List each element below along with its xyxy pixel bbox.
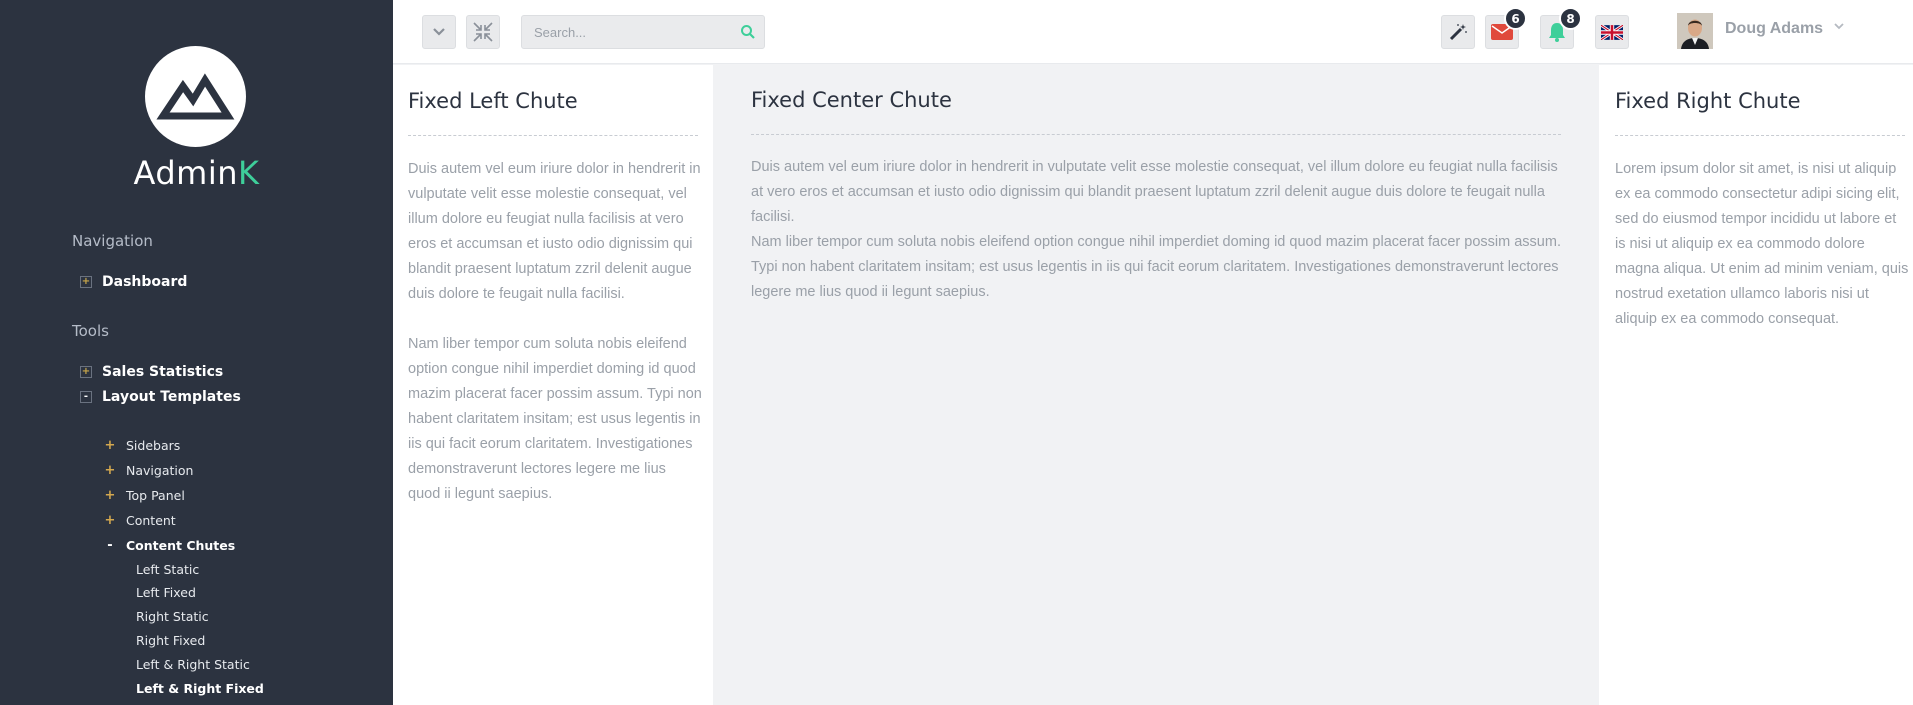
left-chute-title: Fixed Left Chute	[408, 89, 578, 113]
sidebar-subitem-label: Top Panel	[126, 487, 185, 503]
sidebar-item-layout-templates[interactable]: - Layout Templates	[80, 387, 241, 407]
uk-flag-icon	[1601, 24, 1623, 40]
sidebar: AdminK Navigation + Dashboard Tools + Sa…	[0, 0, 393, 705]
brand-main: Admin	[133, 154, 238, 192]
right-chute-title: Fixed Right Chute	[1615, 89, 1801, 113]
chute-link-left-right-static[interactable]: Left & Right Static	[136, 656, 250, 674]
sidebar-item-sales-statistics[interactable]: + Sales Statistics	[80, 362, 223, 382]
messages-count-badge: 6	[1504, 7, 1527, 30]
chute-link-left-right-fixed[interactable]: Left & Right Fixed	[136, 680, 264, 698]
sidebar-subitem-top-panel[interactable]: + Top Panel	[104, 486, 185, 504]
sidebar-item-label: Dashboard	[102, 274, 188, 290]
sidebar-item-label: Layout Templates	[102, 389, 241, 405]
chute-link-left-fixed[interactable]: Left Fixed	[136, 584, 196, 602]
collapse-icon: -	[80, 391, 92, 403]
expand-icon: +	[104, 437, 116, 453]
sidebar-subitem-label: Content	[126, 512, 176, 528]
divider	[751, 134, 1561, 135]
sidebar-subitem-navigation[interactable]: + Navigation	[104, 461, 194, 479]
expand-icon: +	[104, 512, 116, 528]
chute-link-right-fixed[interactable]: Right Fixed	[136, 632, 205, 650]
toggle-sidebar-button[interactable]	[422, 15, 456, 49]
left-chute-paragraph: Duis autem vel eum iriure dolor in hendr…	[408, 161, 701, 302]
fullscreen-button[interactable]	[466, 15, 500, 49]
messages-button[interactable]: 6	[1485, 7, 1527, 49]
expand-icon: +	[80, 276, 92, 288]
expand-icon: +	[104, 487, 116, 503]
sidebar-item-label: Sales Statistics	[102, 364, 224, 380]
brand-accent: K	[238, 154, 260, 192]
magic-wand-button[interactable]	[1441, 15, 1475, 49]
sidebar-subitem-label: Content Chutes	[126, 537, 236, 553]
center-chute-paragraph: Nam liber tempor cum soluta nobis eleife…	[751, 234, 1561, 300]
avatar[interactable]	[1677, 13, 1713, 49]
sidebar-subitem-label: Navigation	[126, 462, 194, 478]
sidebar-subitem-content[interactable]: + Content	[104, 511, 176, 529]
sidebar-item-dashboard[interactable]: + Dashboard	[80, 272, 187, 292]
chute-link-left-static[interactable]: Left Static	[136, 561, 199, 579]
brand-name[interactable]: AdminK	[0, 154, 393, 192]
center-chute: Fixed Center Chute Duis autem vel eum ir…	[713, 65, 1599, 705]
right-chute-paragraph: Lorem ipsum dolor sit amet, is nisi ut a…	[1615, 161, 1909, 327]
center-chute-paragraph: Duis autem vel eum iriure dolor in hendr…	[751, 159, 1558, 225]
divider	[408, 135, 698, 136]
logo-mountains-icon[interactable]	[145, 46, 246, 147]
notifications-count-badge: 8	[1559, 7, 1582, 30]
sidebar-subitem-label: Sidebars	[126, 437, 181, 453]
chute-link-right-static[interactable]: Right Static	[136, 608, 209, 626]
magic-wand-icon	[1449, 24, 1467, 41]
right-chute: Fixed Right Chute Lorem ipsum dolor sit …	[1599, 65, 1913, 705]
expand-icon: +	[104, 462, 116, 478]
section-title-navigation: Navigation	[72, 232, 153, 250]
language-button[interactable]	[1595, 15, 1629, 49]
search-box	[521, 15, 765, 49]
chevron-down-icon[interactable]	[1833, 21, 1845, 31]
notifications-button[interactable]: 8	[1540, 7, 1582, 49]
chevron-down-icon	[433, 28, 445, 36]
sidebar-subitem-sidebars[interactable]: + Sidebars	[104, 436, 181, 454]
section-title-tools: Tools	[72, 322, 109, 340]
search-icon[interactable]	[740, 24, 756, 40]
collapse-arrows-icon	[473, 22, 493, 42]
divider	[1615, 135, 1905, 136]
expand-icon: +	[80, 366, 92, 378]
center-chute-title: Fixed Center Chute	[751, 88, 952, 112]
collapse-icon: -	[107, 537, 113, 553]
search-input[interactable]	[522, 16, 722, 48]
sidebar-subitem-content-chutes[interactable]: - Content Chutes	[104, 536, 235, 554]
left-chute-paragraph: Nam liber tempor cum soluta nobis eleife…	[408, 336, 702, 502]
user-name[interactable]: Doug Adams	[1725, 20, 1823, 38]
left-chute: Fixed Left Chute Duis autem vel eum iriu…	[393, 65, 713, 705]
top-panel: 6 8 Doug Adams	[393, 0, 1913, 64]
